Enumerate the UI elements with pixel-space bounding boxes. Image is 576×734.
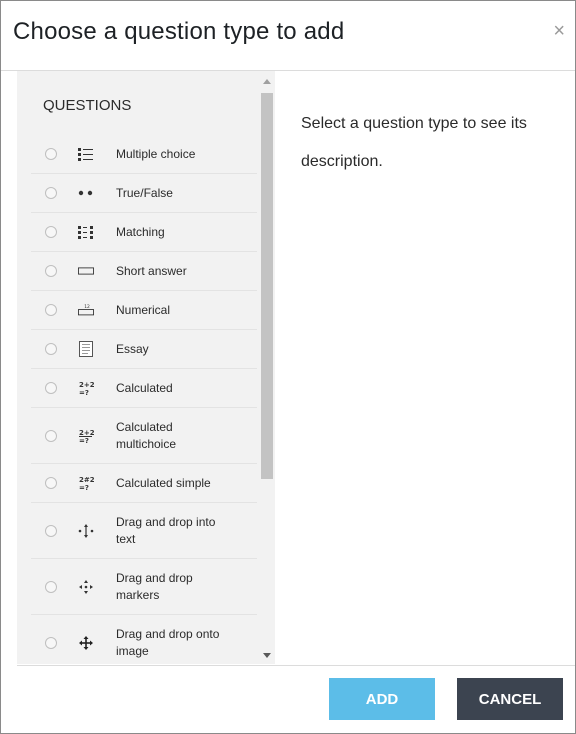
question-type-label: Calculated xyxy=(116,380,173,395)
question-type-description: Select a question type to see its descri… xyxy=(301,115,527,170)
svg-text:2#2: 2#2 xyxy=(79,476,94,484)
footer-divider xyxy=(17,665,575,666)
short-answer-icon xyxy=(78,263,94,279)
calculated-simple-icon: 2#2 =? xyxy=(78,475,94,491)
question-type-radio[interactable] xyxy=(45,429,57,442)
question-type-label: Short answer xyxy=(116,263,187,278)
question-type-radio[interactable] xyxy=(45,304,57,316)
question-type-item[interactable]: True/False xyxy=(31,174,257,213)
scroll-up-arrow-icon[interactable] xyxy=(263,79,271,84)
drag-drop-markers-icon xyxy=(78,579,94,595)
dialog-title: Choose a question type to add xyxy=(13,18,345,45)
question-type-label: Essay xyxy=(116,341,149,356)
question-type-radio[interactable] xyxy=(45,580,57,593)
question-type-item[interactable]: Matching xyxy=(31,213,257,252)
question-type-item[interactable]: 2+2 =? Calculated xyxy=(31,369,257,408)
cancel-button[interactable]: CANCEL xyxy=(457,678,563,720)
dialog-header: Choose a question type to add × xyxy=(1,1,575,71)
question-type-label: Drag and drop into text xyxy=(116,514,216,546)
question-type-item[interactable]: Essay xyxy=(31,330,257,369)
question-type-item[interactable]: Multiple choice xyxy=(31,135,257,174)
question-type-item[interactable]: 2#2 =? Calculated simple xyxy=(31,464,257,503)
question-type-item[interactable]: Drag and drop onto image xyxy=(31,615,257,664)
question-type-radio[interactable] xyxy=(45,636,57,649)
calculated-icon: 2+2 =? xyxy=(78,380,94,396)
question-type-label: Numerical xyxy=(116,302,171,317)
question-type-radio[interactable] xyxy=(45,477,57,489)
svg-text:2+2: 2+2 xyxy=(79,381,94,389)
svg-text:=?: =? xyxy=(79,389,89,396)
question-type-label: Calculated multichoice xyxy=(116,419,177,451)
numerical-icon: 12 xyxy=(78,302,94,318)
questions-heading: QUESTIONS xyxy=(43,97,132,114)
multiple-choice-icon xyxy=(78,146,94,162)
drag-drop-text-icon xyxy=(78,523,94,539)
question-type-list-pane: QUESTIONS Multiple choice True/False Match… xyxy=(17,71,275,664)
matching-icon xyxy=(78,224,94,240)
scroll-down-arrow-icon[interactable] xyxy=(263,653,271,658)
drag-drop-image-icon xyxy=(78,635,94,651)
essay-icon xyxy=(78,341,94,357)
question-type-radio[interactable] xyxy=(45,382,57,394)
question-type-label: Drag and drop onto image xyxy=(116,626,220,658)
question-type-label: Calculated simple xyxy=(116,475,211,490)
question-type-radio[interactable] xyxy=(45,226,57,238)
question-type-label: Matching xyxy=(116,224,165,239)
calculated-multichoice-icon: 2+2 =? xyxy=(78,428,94,444)
question-type-label: Drag and drop markers xyxy=(116,570,193,602)
true-false-icon xyxy=(78,185,94,201)
question-type-radio[interactable] xyxy=(45,148,57,160)
close-icon[interactable]: × xyxy=(553,21,565,41)
question-type-list: Multiple choice True/False Matching Short a… xyxy=(31,135,257,664)
question-type-radio[interactable] xyxy=(45,265,57,277)
svg-text:2+2: 2+2 xyxy=(79,429,94,437)
svg-text:=?: =? xyxy=(79,484,89,491)
question-type-item[interactable]: 2+2 =? Calculated multichoice xyxy=(31,408,257,464)
question-type-radio[interactable] xyxy=(45,343,57,355)
svg-text:=?: =? xyxy=(79,437,89,444)
list-scrollbar[interactable] xyxy=(259,71,275,664)
question-type-label: True/False xyxy=(116,185,173,200)
scrollbar-thumb[interactable] xyxy=(261,93,273,479)
question-type-item[interactable]: Drag and drop into text xyxy=(31,503,257,559)
question-type-label: Multiple choice xyxy=(116,146,196,161)
question-type-item[interactable]: Drag and drop markers xyxy=(31,559,257,615)
question-type-radio[interactable] xyxy=(45,524,57,537)
add-button[interactable]: ADD xyxy=(329,678,435,720)
question-type-item[interactable]: 12 Numerical xyxy=(31,291,257,330)
question-type-radio[interactable] xyxy=(45,187,57,199)
question-type-dialog: Choose a question type to add × QUESTION… xyxy=(0,0,576,734)
question-type-item[interactable]: Short answer xyxy=(31,252,257,291)
